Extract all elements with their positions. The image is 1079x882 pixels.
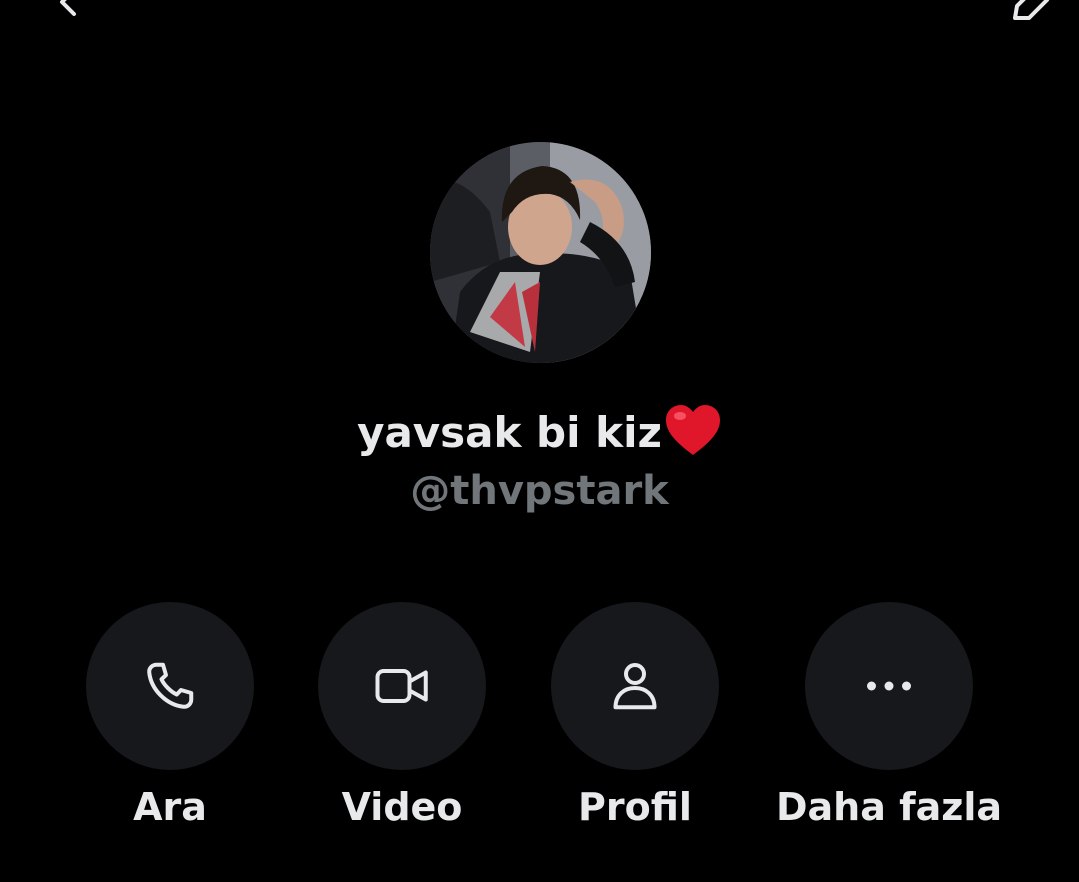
profile-label: Profil (578, 785, 692, 829)
display-name-text: yavsak bi kiz (357, 408, 662, 457)
call-button[interactable] (86, 602, 254, 770)
display-name: yavsak bi kiz (0, 403, 1079, 463)
person-icon (613, 662, 657, 710)
edit-pencil-icon[interactable] (1005, 0, 1055, 24)
video-camera-icon (375, 669, 428, 703)
more-action[interactable]: Daha fazla (769, 602, 1009, 832)
call-action[interactable]: Ara (50, 602, 290, 832)
heart-emoji-icon (664, 403, 722, 457)
phone-icon (147, 662, 194, 709)
more-dots-icon (867, 681, 911, 691)
video-action[interactable]: Video (282, 602, 522, 832)
back-chevron-icon[interactable] (48, 0, 98, 24)
profile-avatar[interactable] (430, 142, 651, 363)
call-label: Ara (133, 785, 207, 829)
video-button[interactable] (318, 602, 486, 770)
more-label: Daha fazla (775, 785, 1003, 829)
avatar-photo (430, 142, 651, 363)
more-button[interactable] (805, 602, 973, 770)
profile-button[interactable] (551, 602, 719, 770)
video-label: Video (341, 785, 463, 829)
username-handle: @thvpstark (410, 468, 669, 514)
profile-action[interactable]: Profil (515, 602, 755, 832)
